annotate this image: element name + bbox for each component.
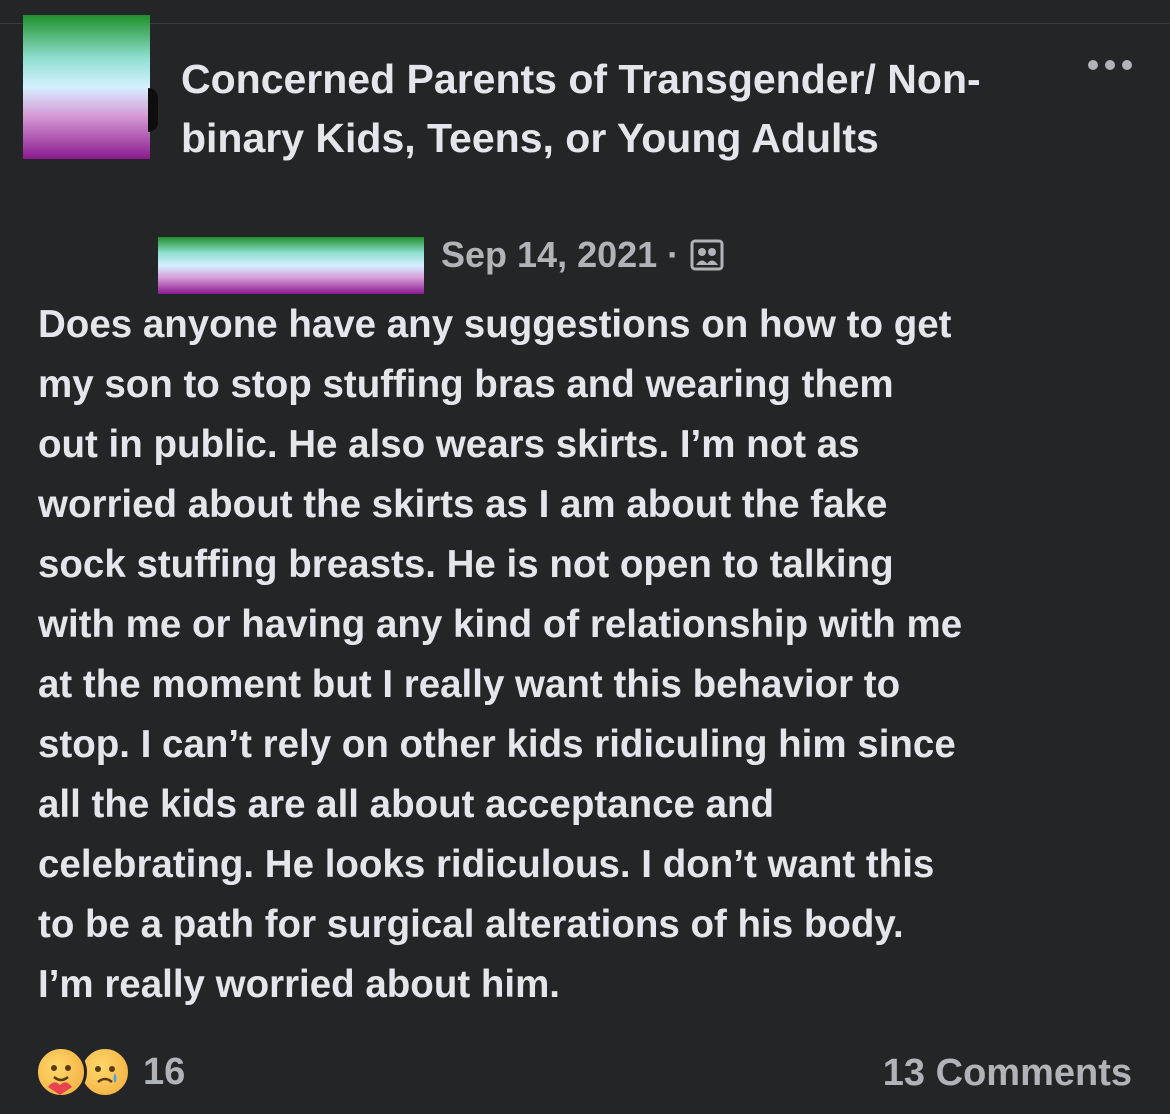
comments-count-link[interactable]: 13 Comments	[883, 1045, 1132, 1101]
meta-separator: ·	[667, 234, 680, 275]
group-members-icon	[690, 239, 724, 271]
post-meta: Sep 14, 2021 ·	[441, 230, 725, 280]
group-name[interactable]: Concerned Parents of Transgender/ Non-bi…	[181, 50, 1061, 168]
post-body-text: Does anyone have any suggestions on how …	[38, 303, 963, 1006]
more-dot-icon	[1105, 60, 1115, 70]
more-dot-icon	[1122, 60, 1132, 70]
more-dot-icon	[1088, 60, 1098, 70]
group-avatar[interactable]	[23, 15, 150, 159]
care-emoji-icon	[35, 1046, 87, 1098]
author-name-redacted[interactable]	[158, 237, 424, 294]
group-avatar-edge	[148, 88, 158, 132]
reaction-count: 16	[143, 1050, 186, 1093]
top-divider	[0, 23, 1170, 24]
more-options-button[interactable]	[1080, 50, 1140, 80]
post-date[interactable]: Sep 14, 2021	[441, 234, 657, 276]
reactions-summary[interactable]: 16	[35, 1044, 185, 1100]
